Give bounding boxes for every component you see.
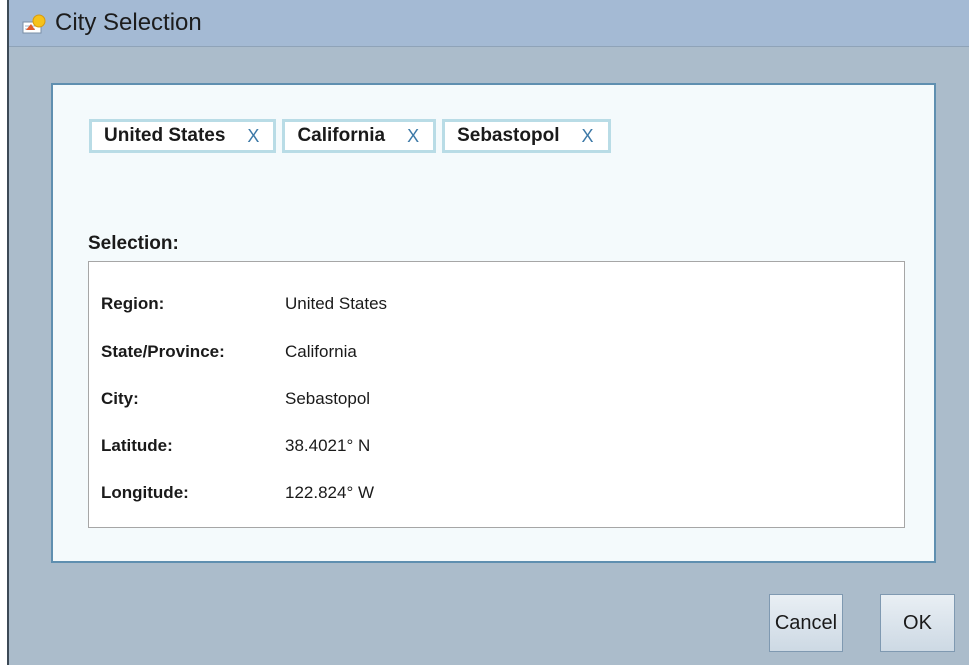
chip-state[interactable]: California X xyxy=(282,119,437,153)
detail-value: 122.824° W xyxy=(285,483,375,502)
app-icon xyxy=(22,14,48,34)
remove-city-button[interactable]: X xyxy=(581,126,593,147)
chip-label: California xyxy=(297,125,386,146)
detail-value: Sebastopol xyxy=(285,389,371,408)
selection-details: Region: United States State/Province: Ca… xyxy=(88,261,905,528)
window-title: City Selection xyxy=(55,9,202,36)
selection-panel: United States X California X Sebastopol … xyxy=(51,83,936,563)
cancel-button[interactable]: Cancel xyxy=(769,594,843,652)
chip-label: United States xyxy=(104,125,226,146)
detail-key: Region: xyxy=(101,294,165,313)
chip-label: Sebastopol xyxy=(457,125,560,146)
detail-key: Longitude: xyxy=(101,483,189,502)
detail-key: Latitude: xyxy=(101,436,173,455)
title-bar: City Selection xyxy=(9,0,969,47)
location-chips: United States X California X Sebastopol … xyxy=(89,119,611,153)
detail-value: United States xyxy=(285,294,388,313)
remove-region-button[interactable]: X xyxy=(247,126,259,147)
chip-region[interactable]: United States X xyxy=(89,119,277,153)
ok-button[interactable]: OK xyxy=(880,594,955,652)
selection-heading: Selection: xyxy=(88,233,179,254)
detail-value: 38.4021° N xyxy=(285,436,371,455)
city-selection-window: City Selection United States X Californi… xyxy=(7,0,969,665)
detail-key: City: xyxy=(101,389,139,408)
detail-value: California xyxy=(285,342,357,361)
detail-key: State/Province: xyxy=(101,342,225,361)
remove-state-button[interactable]: X xyxy=(407,126,419,147)
chip-city[interactable]: Sebastopol X xyxy=(442,119,611,153)
